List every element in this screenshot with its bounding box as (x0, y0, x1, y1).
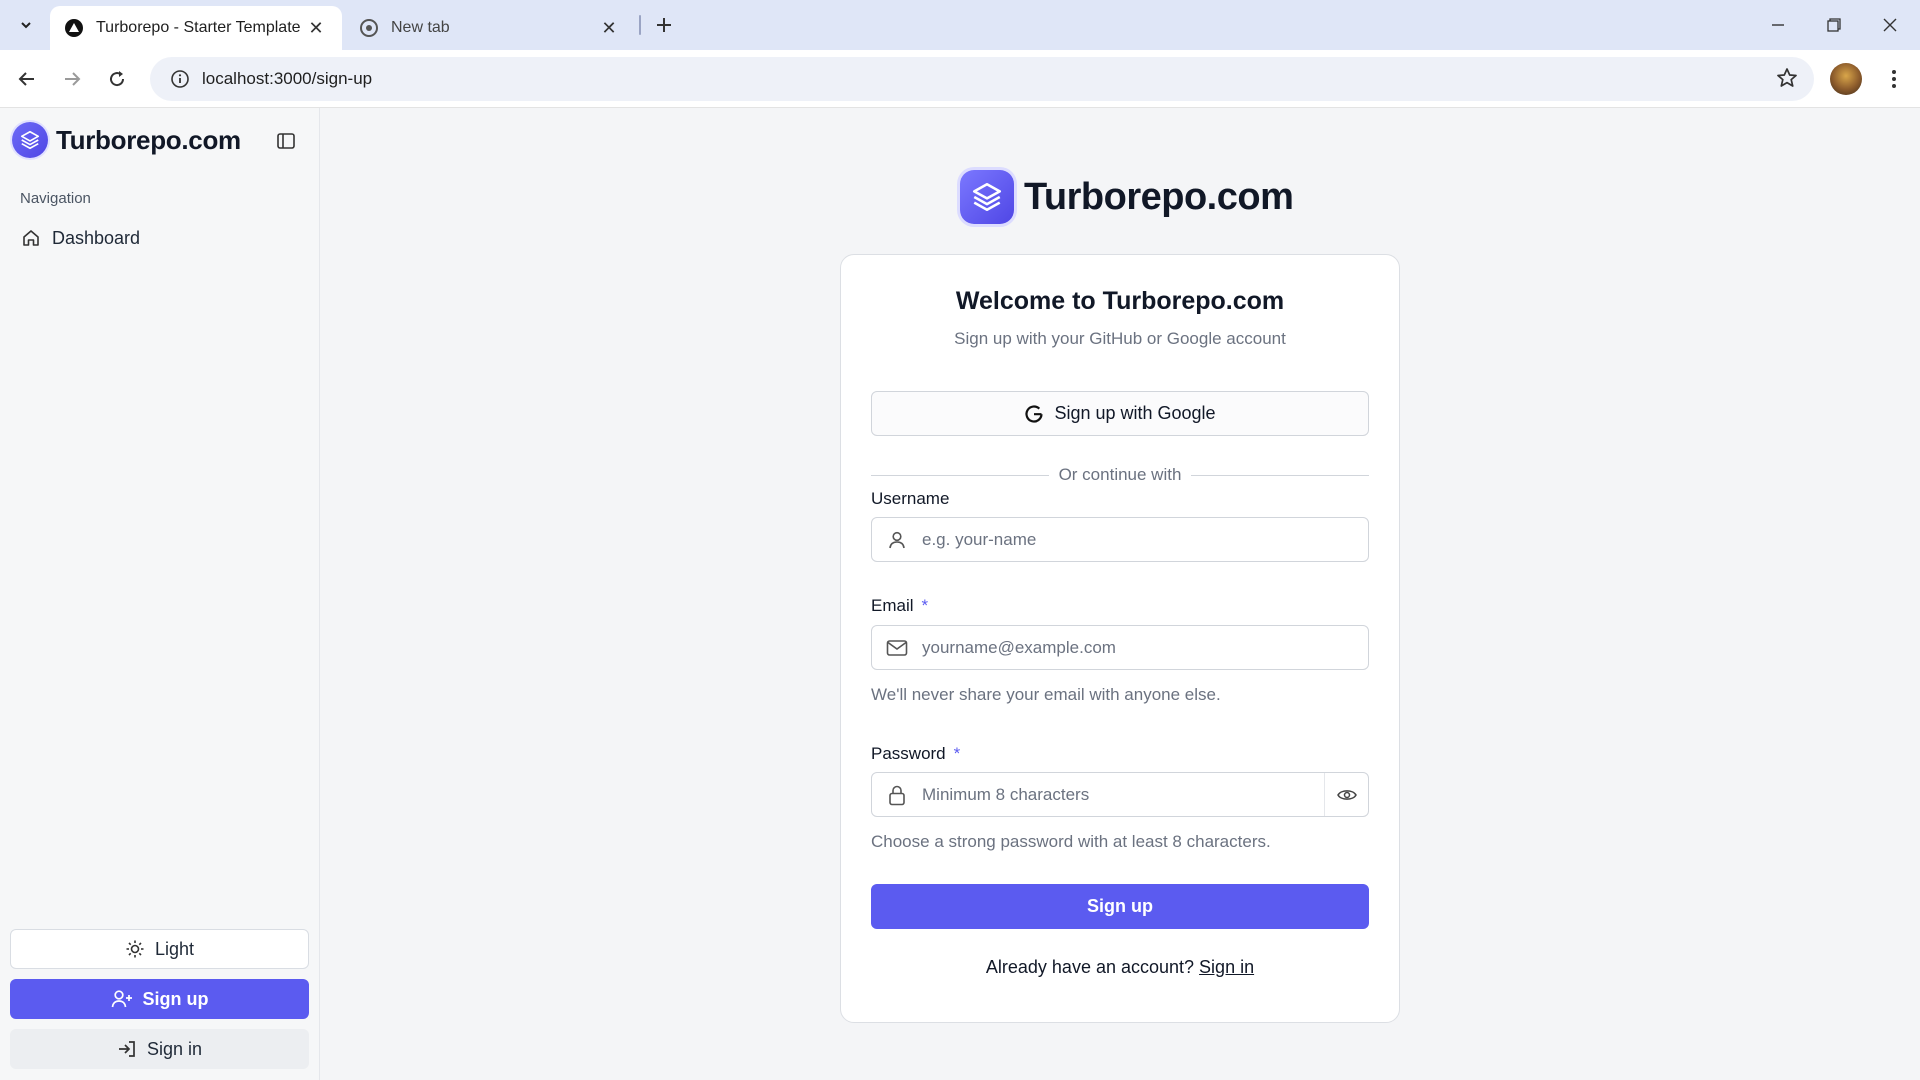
username-input[interactable] (922, 518, 1368, 561)
sidebar-signup-button[interactable]: Sign up (10, 979, 309, 1019)
restore-button[interactable] (1806, 0, 1862, 50)
tab-turborepo[interactable]: Turborepo - Starter Template ✕ (50, 6, 342, 50)
log-in-icon (117, 1039, 137, 1059)
minimize-icon (1772, 24, 1784, 26)
sidebar-signin-button[interactable]: Sign in (10, 1029, 309, 1069)
mail-icon (872, 639, 922, 657)
browser-menu-button[interactable] (1878, 63, 1910, 95)
home-icon (20, 227, 42, 249)
username-label: Username (871, 489, 949, 509)
username-field[interactable] (871, 517, 1369, 562)
window-close-button[interactable] (1862, 0, 1918, 50)
sidebar-brand-name: Turborepo.com (56, 124, 241, 155)
nav-section-label: Navigation (20, 190, 91, 207)
signin-link[interactable]: Sign in (1199, 957, 1254, 977)
address-bar[interactable]: localhost:3000/sign-up (150, 57, 1814, 101)
lock-icon (872, 784, 922, 806)
browser-tab-bar: Turborepo - Starter Template ✕ New tab ✕ (0, 0, 1920, 50)
sidebar-toggle-button[interactable] (276, 126, 296, 156)
chrome-favicon-icon (359, 18, 379, 38)
password-field[interactable] (871, 772, 1369, 817)
reload-icon (110, 71, 125, 87)
sidebar-item-dashboard[interactable]: Dashboard (12, 218, 308, 258)
eye-icon (1336, 789, 1357, 800)
panel-left-icon (277, 133, 295, 149)
back-button[interactable] (9, 61, 45, 97)
site-info-icon[interactable] (158, 69, 202, 89)
tab-search-button[interactable] (9, 9, 43, 41)
email-label-text: Email (871, 596, 914, 615)
password-input[interactable] (922, 773, 1324, 816)
card-subtitle: Sign up with your GitHub or Google accou… (954, 329, 1286, 348)
card-title: Welcome to Turborepo.com (955, 287, 1285, 315)
email-input[interactable] (922, 626, 1368, 669)
browser-toolbar: localhost:3000/sign-up (0, 50, 1920, 108)
arrow-left-icon (18, 72, 34, 86)
theme-toggle-button[interactable]: Light (10, 929, 309, 969)
signin-prompt-text: Already have an account? (985, 957, 1195, 977)
main-content: Turborepo.com Welcome to Turborepo.com S… (320, 108, 1920, 1080)
username-label-text: Username (871, 489, 950, 508)
reload-button[interactable] (99, 61, 135, 97)
password-label-text: Password (871, 744, 946, 763)
new-tab-button[interactable] (648, 9, 680, 41)
password-hint: Choose a strong password with at least 8… (871, 832, 1271, 851)
divider-line (1191, 474, 1369, 476)
url-text[interactable]: localhost:3000/sign-up (202, 69, 372, 89)
tab-new-tab[interactable]: New tab ✕ (345, 6, 635, 50)
sun-icon (125, 939, 145, 959)
main-brand-name: Turborepo.com (1024, 175, 1294, 218)
main-brand: Turborepo.com (960, 170, 1294, 224)
show-password-toggle[interactable] (1324, 773, 1368, 816)
more-vertical-icon (1892, 70, 1896, 88)
triangle-favicon-icon (64, 18, 84, 38)
divider-text: Or continue with (1058, 465, 1182, 484)
profile-avatar[interactable] (1830, 63, 1862, 95)
restore-icon (1827, 18, 1841, 32)
email-label: Email * (871, 596, 928, 616)
google-signup-button[interactable]: Sign up with Google (871, 391, 1369, 436)
sidebar-brand[interactable]: Turborepo.com (12, 122, 241, 158)
signin-prompt: Already have an account? Sign in (841, 957, 1399, 978)
theme-toggle-label: Light (154, 938, 195, 959)
close-icon[interactable]: ✕ (597, 16, 621, 40)
tab-title: New tab (391, 19, 450, 36)
signup-submit-button[interactable]: Sign up (871, 884, 1369, 929)
stack-logo-icon (960, 170, 1014, 224)
minimize-button[interactable] (1750, 0, 1806, 50)
required-marker: * (921, 596, 929, 615)
forward-button[interactable] (54, 61, 90, 97)
google-signup-label: Sign up with Google (1054, 403, 1216, 423)
user-plus-icon (111, 989, 133, 1009)
close-icon (1883, 18, 1897, 32)
sidebar-item-label: Dashboard (52, 227, 141, 248)
sidebar-signup-label: Sign up (142, 988, 209, 1009)
or-divider: Or continue with (871, 465, 1369, 485)
google-icon (1024, 404, 1044, 424)
signup-card: Welcome to Turborepo.com Sign up with yo… (840, 254, 1400, 1023)
password-label: Password * (871, 744, 960, 764)
email-hint: We'll never share your email with anyone… (871, 685, 1221, 704)
plus-icon (657, 18, 671, 32)
sidebar: Turborepo.com Navigation Dashboard Light… (0, 108, 320, 1080)
email-field[interactable] (871, 625, 1369, 670)
close-icon[interactable]: ✕ (304, 16, 328, 40)
divider-line (871, 474, 1049, 476)
sidebar-signin-label: Sign in (146, 1038, 203, 1059)
tab-title: Turborepo - Starter Template (96, 19, 301, 36)
user-icon (872, 530, 922, 550)
stack-logo-icon (12, 122, 48, 158)
chevron-down-icon (21, 22, 31, 29)
bookmark-star-icon[interactable] (1776, 67, 1798, 94)
required-marker: * (953, 744, 961, 763)
tab-separator (639, 15, 641, 35)
arrow-right-icon (65, 72, 81, 86)
